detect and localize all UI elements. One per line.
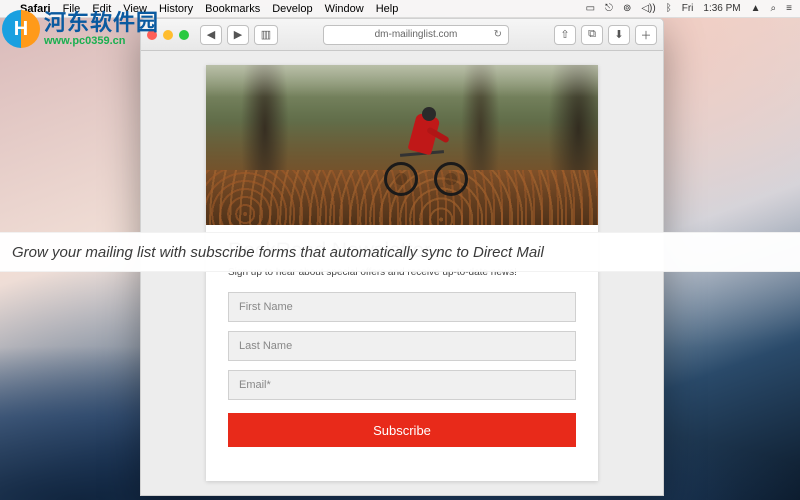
email-field[interactable] [228, 370, 576, 400]
subscribe-button[interactable]: Subscribe [228, 413, 576, 447]
last-name-field[interactable] [228, 331, 576, 361]
watermark-title: 河东软件园 [44, 11, 159, 35]
newsletter-card: RockRoad Newsletter Sign up to hear abou… [206, 65, 598, 481]
watermark-url: www.pc0359.cn [44, 35, 159, 47]
reload-icon[interactable]: ↻ [494, 29, 502, 40]
safari-toolbar: ◀ ▶ ▥ dm-mailinglist.com ↻ ⇧ ⧉ ⬇ ＋ [141, 19, 663, 51]
address-bar[interactable]: dm-mailinglist.com ↻ [323, 25, 509, 45]
clock-time[interactable]: 1:36 PM [703, 3, 740, 14]
address-text: dm-mailinglist.com [375, 29, 458, 40]
tabs-button[interactable]: ⧉ [581, 25, 603, 45]
menu-window[interactable]: Window [325, 3, 364, 15]
dropbox-icon[interactable]: ⎋ [605, 3, 613, 14]
user-icon[interactable]: ▲ [751, 3, 761, 14]
zoom-button[interactable] [179, 30, 189, 40]
menu-help[interactable]: Help [376, 3, 399, 15]
forward-button[interactable]: ▶ [227, 25, 249, 45]
clock-day[interactable]: Fri [682, 3, 694, 14]
menu-history[interactable]: History [159, 3, 193, 15]
menu-develop[interactable]: Develop [272, 3, 312, 15]
hero-cyclist [382, 110, 472, 210]
watermark-overlay: 河东软件园 www.pc0359.cn [2, 10, 159, 48]
promo-banner: Grow your mailing list with subscribe fo… [0, 232, 800, 272]
promo-text: Grow your mailing list with subscribe fo… [12, 244, 544, 261]
downloads-button[interactable]: ⬇ [608, 25, 630, 45]
share-button[interactable]: ⇧ [554, 25, 576, 45]
wifi-icon[interactable]: ⊚ [623, 3, 631, 14]
bluetooth-icon[interactable]: ᛒ [666, 3, 672, 14]
battery-icon[interactable]: ▭ [586, 3, 595, 14]
new-tab-button[interactable]: ＋ [635, 25, 657, 45]
minimize-button[interactable] [163, 30, 173, 40]
first-name-field[interactable] [228, 292, 576, 322]
hero-image [206, 65, 598, 225]
back-button[interactable]: ◀ [200, 25, 222, 45]
spotlight-icon[interactable]: ⌕ [771, 3, 777, 14]
menu-bookmarks[interactable]: Bookmarks [205, 3, 260, 15]
sidebar-button[interactable]: ▥ [254, 25, 278, 45]
volume-icon[interactable]: ◁)) [641, 3, 655, 14]
watermark-logo-icon [2, 10, 40, 48]
notification-center-icon[interactable]: ≡ [786, 3, 792, 14]
page-content: RockRoad Newsletter Sign up to hear abou… [141, 51, 663, 495]
